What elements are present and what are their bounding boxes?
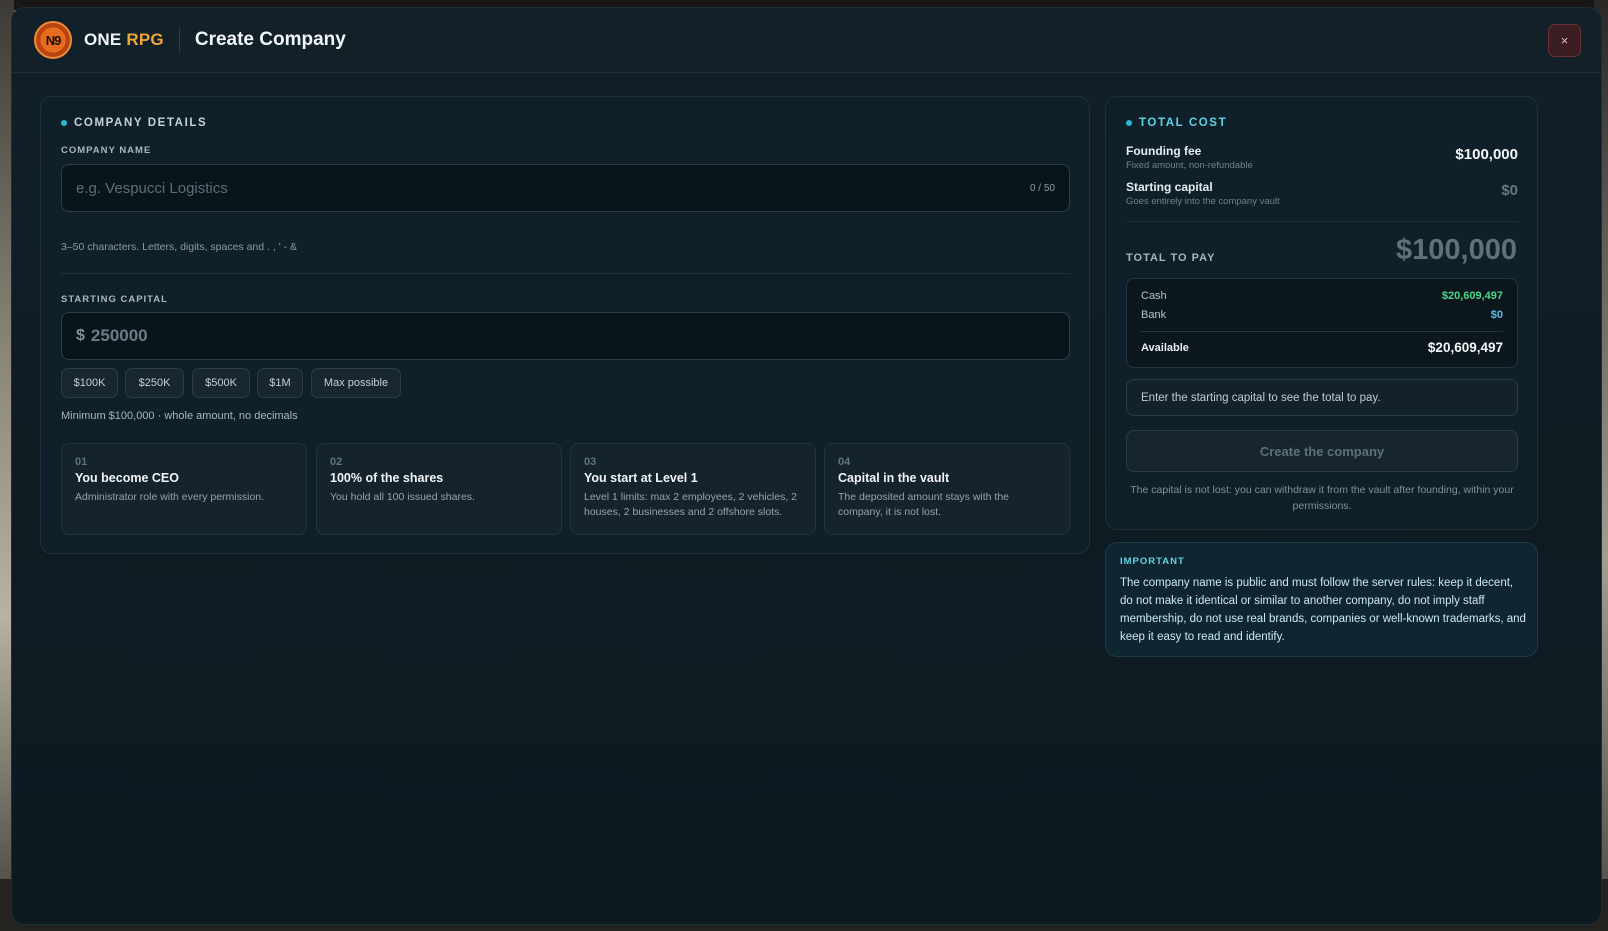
bank-row: Bank $0 [1141, 309, 1503, 321]
founding-fee-row: Founding fee Fixed amount, non-refundabl… [1126, 144, 1518, 171]
step-number: 03 [584, 456, 597, 468]
step-title: You become CEO [75, 471, 179, 485]
name-char-counter: 0 / 50 [1029, 182, 1055, 194]
available-row: Available $20,609,497 [1141, 340, 1503, 355]
dollar-icon: $ [76, 327, 85, 344]
step-description: You hold all 100 issued shares. [330, 491, 475, 503]
cost-divider [1126, 221, 1518, 222]
step-title: Capital in the vault [838, 471, 950, 485]
chip-500k[interactable]: $500K [192, 368, 250, 398]
starting-capital-input[interactable]: $ 250000 [61, 312, 1070, 360]
company-name-hint: 3–50 characters. Letters, digits, spaces… [61, 241, 298, 253]
total-cost-title: TOTAL COST [1126, 117, 1227, 129]
step-description: Level 1 limits: max 2 employees, 2 vehic… [584, 491, 798, 518]
logo-text: N9 [45, 32, 62, 48]
step-card: 03 You start at Level 1 Level 1 limits: … [570, 443, 816, 535]
chip-250k[interactable]: $250K [125, 368, 184, 398]
step-card: 01 You become CEO Administrator role wit… [61, 443, 307, 535]
brand-primary: ONE [84, 30, 122, 49]
starting-capital-cost-sub: Goes entirely into the company vault [1126, 196, 1280, 207]
step-description: Administrator role with every permission… [75, 491, 265, 503]
brand-name: ONE RPG [84, 30, 164, 50]
section-divider [61, 273, 1070, 274]
section-title-text: TOTAL COST [1139, 117, 1228, 129]
step-card: 04 Capital in the vault The deposited am… [824, 443, 1070, 535]
section-dot-icon [1126, 120, 1132, 126]
chip-1m[interactable]: $1M [257, 368, 303, 398]
company-details-title: COMPANY DETAILS [61, 117, 207, 129]
total-to-pay-value: $100,000 [1396, 234, 1517, 266]
available-value: $20,609,497 [1427, 340, 1503, 355]
cash-row: Cash $20,609,497 [1141, 290, 1503, 302]
company-name-label: COMPANY NAME [61, 145, 152, 156]
important-panel: IMPORTANT The company name is public and… [1105, 542, 1538, 657]
header-divider [178, 28, 180, 52]
cash-value: $20,609,497 [1441, 290, 1503, 302]
company-name-placeholder: e.g. Vespucci Logistics [76, 179, 228, 197]
create-company-modal: N9 ONE RPG Create Company × COMPANY DETA… [11, 7, 1602, 925]
step-description: The deposited amount stays with the comp… [838, 491, 1010, 518]
available-label: Available [1141, 342, 1189, 354]
modal-header: N9 ONE RPG Create Company × [12, 8, 1601, 73]
founding-fee-value: $100,000 [1455, 146, 1518, 163]
wallet-divider [1141, 331, 1503, 332]
step-title: You start at Level 1 [584, 471, 698, 485]
wallet-balance-box: Cash $20,609,497 Bank $0 Available $20,6… [1126, 278, 1518, 368]
total-notice: Enter the starting capital to see the to… [1126, 379, 1518, 416]
create-company-button[interactable]: Create the company [1126, 430, 1518, 472]
starting-capital-cost-value: $0 [1501, 182, 1518, 199]
step-card: 02 100% of the shares You hold all 100 i… [316, 443, 562, 535]
section-title-text: COMPANY DETAILS [74, 117, 208, 129]
company-details-panel: COMPANY DETAILS COMPANY NAME e.g. Vespuc… [40, 96, 1090, 554]
step-number: 04 [838, 456, 851, 468]
capital-foot-note: The capital is not lost: you can withdra… [1130, 484, 1514, 512]
starting-capital-row: Starting capital Goes entirely into the … [1126, 180, 1518, 207]
section-dot-icon [61, 120, 67, 126]
company-name-input[interactable]: e.g. Vespucci Logistics 0 / 50 [61, 164, 1070, 212]
starting-capital-placeholder: 250000 [90, 326, 148, 345]
bank-value: $0 [1490, 309, 1503, 321]
starting-capital-label: STARTING CAPITAL [61, 294, 168, 305]
important-text: The company name is public and must foll… [1120, 577, 1526, 643]
close-button[interactable]: × [1548, 24, 1581, 57]
brand-logo-icon: N9 [34, 21, 72, 59]
total-to-pay-label: TOTAL TO PAY [1126, 252, 1216, 264]
capital-hint: Minimum $100,000 · whole amount, no deci… [61, 410, 298, 422]
page-title: Create Company [194, 29, 346, 50]
cash-label: Cash [1141, 290, 1167, 302]
total-cost-panel: TOTAL COST Founding fee Fixed amount, no… [1105, 96, 1538, 530]
important-title: IMPORTANT [1120, 556, 1185, 567]
chip-max-possible[interactable]: Max possible [311, 368, 401, 398]
step-title: 100% of the shares [330, 471, 444, 485]
chip-100k[interactable]: $100K [61, 368, 118, 398]
step-number: 02 [330, 456, 343, 468]
bank-label: Bank [1141, 309, 1167, 321]
step-number: 01 [75, 456, 88, 468]
starting-capital-cost-label: Starting capital [1126, 180, 1213, 194]
brand-accent: RPG [126, 30, 164, 49]
